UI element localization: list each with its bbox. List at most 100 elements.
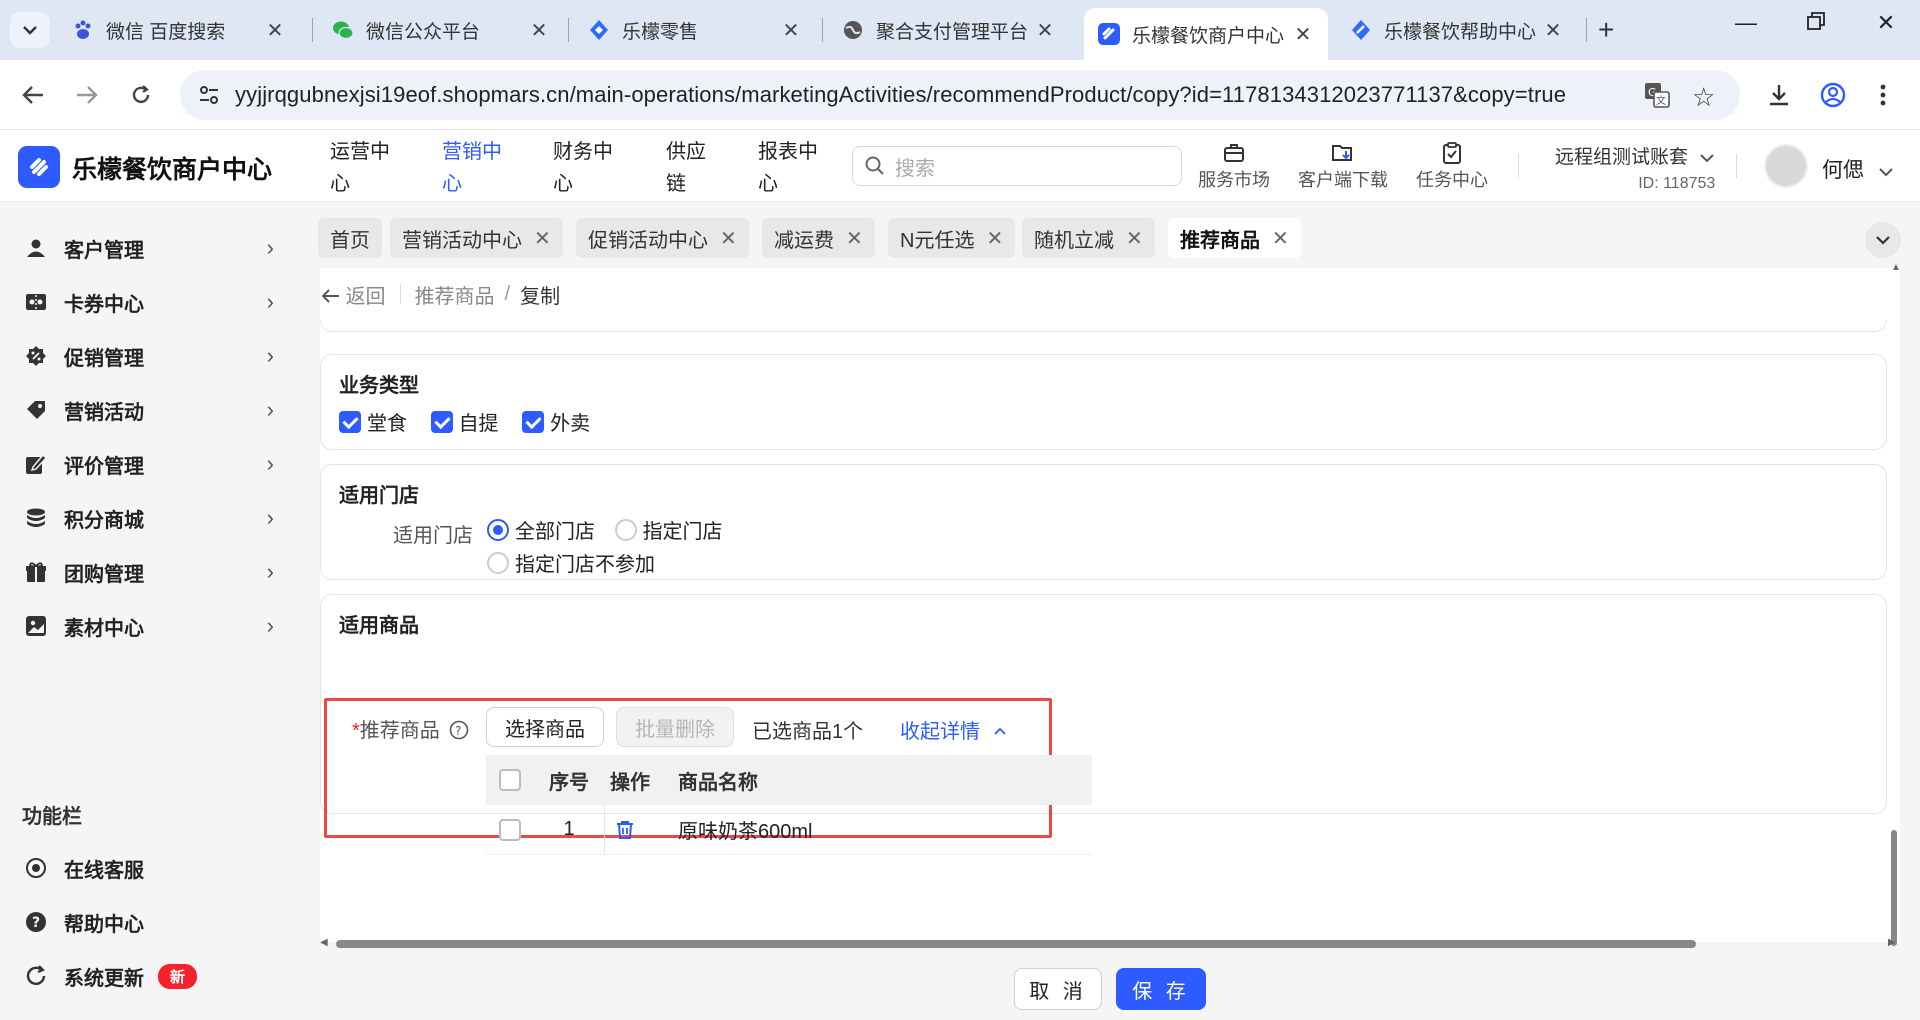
sidebar-item-system-update[interactable]: 系统更新 新 (0, 954, 300, 998)
page-tab-label: 促销活动中心 (588, 229, 708, 252)
browser-tab-lemeng-retail[interactable]: 乐檬零售 ✕ (574, 8, 816, 52)
close-icon[interactable]: ✕ (534, 226, 551, 251)
bookmark-star-icon[interactable]: ☆ (1692, 82, 1715, 113)
task-center-button[interactable]: 任务中心 (1416, 140, 1488, 192)
translate-icon[interactable]: G文 (1644, 82, 1670, 114)
nav-supply-chain[interactable]: 供应链 (666, 136, 714, 200)
select-products-button[interactable]: 选择商品 (486, 707, 604, 747)
cancel-button[interactable]: 取 消 (1014, 968, 1102, 1010)
page-tab-recommend-product[interactable]: 推荐商品 ✕ (1168, 218, 1301, 258)
sidebar-item-label: 团购管理 (64, 563, 144, 586)
site-settings-icon[interactable] (198, 83, 220, 113)
nav-marketing-center[interactable]: 营销中心 (442, 136, 514, 200)
sidebar-item-points-mall[interactable]: 积分商城 › (0, 496, 300, 540)
sidebar-item-group-buy[interactable]: 团购管理 › (0, 550, 300, 594)
nav-finance-center[interactable]: 财务中心 (553, 136, 625, 200)
close-icon[interactable]: ✕ (528, 18, 550, 43)
sidebar: 客户管理 › 卡券中心 › 促销管理 › 营销活动 › 评价管理 › 积分商城 … (0, 202, 300, 1020)
sidebar-item-promotions[interactable]: 促销管理 › (0, 334, 300, 378)
new-tab-button[interactable]: + (1598, 14, 1614, 46)
sidebar-item-online-support[interactable]: 在线客服 (0, 846, 300, 890)
downloads-button[interactable] (1762, 78, 1796, 112)
browser-tab-payment[interactable]: 聚合支付管理平台 ✕ (828, 8, 1070, 52)
main-area: 首页 营销活动中心 ✕ 促销活动中心 ✕ 减运费 ✕ N元任选 ✕ 随机立减 ✕ 推荐商品… (300, 202, 1920, 1020)
download-icon (1770, 85, 1788, 106)
forward-button[interactable] (70, 78, 104, 112)
pickup-checkbox[interactable]: 自提 (430, 410, 517, 435)
account-switcher[interactable]: 远程组测试账套 ID: 118753 (1555, 142, 1715, 193)
close-window-button[interactable]: ✕ (1866, 10, 1906, 36)
back-button[interactable] (16, 78, 50, 112)
close-icon[interactable]: ✕ (720, 226, 737, 251)
app-header: 乐檬餐饮商户中心 运营中心 营销中心 财务中心 供应链 报表中心 搜索 服务市场… (0, 130, 1920, 202)
close-icon[interactable]: ✕ (986, 226, 1003, 251)
close-icon[interactable]: ✕ (846, 226, 863, 251)
profile-button[interactable] (1816, 78, 1850, 112)
reload-button[interactable] (124, 78, 158, 112)
sidebar-item-materials[interactable]: 素材中心 › (0, 604, 300, 648)
close-icon[interactable]: ✕ (1034, 18, 1056, 43)
sidebar-item-help-center[interactable]: ? 帮助中心 (0, 900, 300, 944)
page-tabs-menu-button[interactable] (1865, 222, 1901, 258)
collapse-details-label: 收起详情 (900, 721, 980, 743)
page-tab-marketing-activity-center[interactable]: 营销活动中心 ✕ (390, 218, 563, 258)
browser-tab-merchant-center[interactable]: 乐檬餐饮商户中心 ✕ (1084, 8, 1328, 60)
lemeng-help-icon (1350, 19, 1372, 41)
back-link[interactable]: 返回 (321, 280, 386, 309)
close-icon[interactable]: ✕ (1272, 226, 1289, 251)
download-folder-icon (1331, 140, 1355, 166)
page-tab-promotion-center[interactable]: 促销活动中心 ✕ (576, 218, 749, 258)
nav-operations-center[interactable]: 运营中心 (330, 136, 402, 200)
save-button[interactable]: 保 存 (1116, 968, 1206, 1010)
close-icon[interactable]: ✕ (264, 18, 286, 43)
search-input[interactable]: 搜索 (852, 146, 1182, 186)
close-icon[interactable]: ✕ (1542, 18, 1564, 43)
sidebar-item-coupons[interactable]: 卡券中心 › (0, 280, 300, 324)
user-menu[interactable]: 何偲 (1822, 154, 1894, 184)
browser-tab-baidu[interactable]: 微信 百度搜索 ✕ (58, 8, 300, 52)
page-tab-random-discount[interactable]: 随机立减 ✕ (1022, 218, 1155, 258)
avatar[interactable] (1764, 144, 1808, 188)
service-market-button[interactable]: 服务市场 (1198, 140, 1270, 192)
delete-row-button[interactable] (604, 805, 678, 854)
close-icon[interactable]: ✕ (780, 18, 802, 43)
all-stores-radio[interactable]: 全部门店 (487, 518, 609, 543)
batch-delete-button[interactable]: 批量删除 (616, 707, 734, 747)
table-header: 序号 操作 商品名称 (486, 755, 1092, 805)
help-circle-icon[interactable]: ? (449, 720, 469, 740)
sidebar-item-customers[interactable]: 客户管理 › (0, 226, 300, 270)
excluded-stores-row: 指定门店不参加 (487, 548, 669, 577)
close-icon[interactable]: ✕ (1292, 22, 1314, 47)
vertical-scrollbar[interactable]: ▲ (1889, 262, 1901, 947)
browser-menu-button[interactable] (1866, 78, 1900, 112)
browser-tab-help-center[interactable]: 乐檬餐饮帮助中心 ✕ (1336, 8, 1578, 52)
dine-in-checkbox[interactable]: 堂食 (339, 410, 425, 435)
client-download-button[interactable]: 客户端下载 (1298, 140, 1388, 192)
browser-tab-wechat-mp[interactable]: 微信公众平台 ✕ (318, 8, 564, 52)
chevron-right-icon: › (266, 397, 274, 422)
collapse-details-link[interactable]: 收起详情 (900, 715, 1006, 744)
minimize-button[interactable]: — (1726, 10, 1766, 36)
tab-search-button[interactable] (10, 12, 50, 48)
row-checkbox[interactable] (486, 818, 534, 841)
sidebar-item-reviews[interactable]: 评价管理 › (0, 442, 300, 486)
nav-report-center[interactable]: 报表中心 (758, 136, 830, 200)
delivery-checkbox[interactable]: 外卖 (522, 410, 608, 435)
horizontal-scrollbar[interactable]: ◀ ▶ (320, 937, 1900, 951)
breadcrumb-parent[interactable]: 推荐商品 (415, 280, 495, 309)
address-bar[interactable]: yyjjrqgubnexjsi19eof.shopmars.cn/main-op… (180, 70, 1740, 120)
wechat-icon (332, 19, 354, 41)
page-tab-home[interactable]: 首页 (318, 218, 382, 258)
products-title: 适用商品 (339, 615, 419, 637)
lemeng-retail-icon (588, 19, 610, 41)
close-icon[interactable]: ✕ (1126, 226, 1143, 251)
form-content: 业务类型 堂食 自提 外卖 适用门店 适用门店 全部门店 指定门店 指定门店不参… (320, 320, 1900, 942)
restore-button[interactable] (1796, 10, 1836, 36)
exclude-stores-radio[interactable]: 指定门店不参加 (487, 551, 669, 576)
browser-tab-title: 微信公众平台 (366, 21, 481, 43)
sidebar-item-marketing[interactable]: 营销活动 › (0, 388, 300, 432)
specified-stores-radio[interactable]: 指定门店 (614, 518, 737, 543)
page-tab-reduce-shipping[interactable]: 减运费 ✕ (762, 218, 875, 258)
select-all-checkbox[interactable] (486, 769, 534, 791)
page-tab-n-yuan-pick[interactable]: N元任选 ✕ (888, 218, 1016, 258)
